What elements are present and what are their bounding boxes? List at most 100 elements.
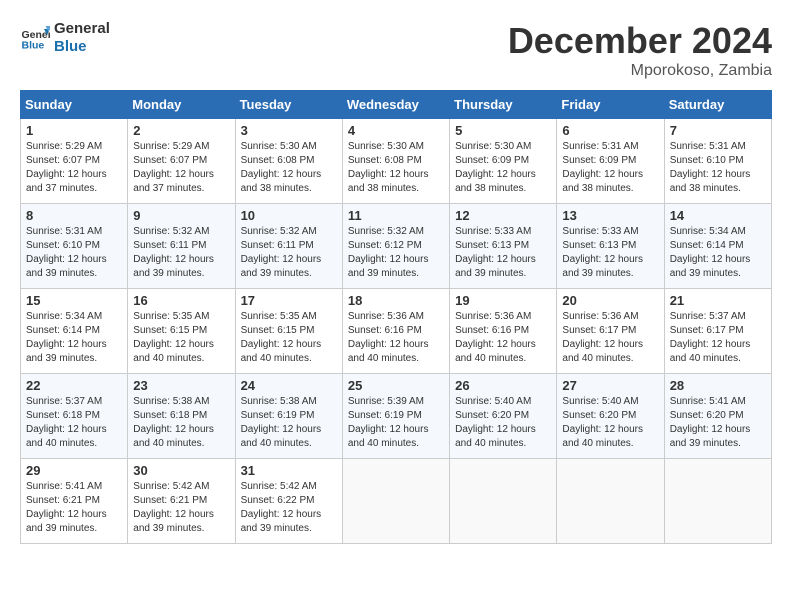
calendar-week-row: 29 Sunrise: 5:41 AMSunset: 6:21 PMDaylig…	[21, 459, 772, 544]
day-info: Sunrise: 5:32 AMSunset: 6:11 PMDaylight:…	[133, 225, 229, 281]
col-header-tuesday: Tuesday	[235, 91, 342, 119]
calendar-cell: 18 Sunrise: 5:36 AMSunset: 6:16 PMDaylig…	[342, 289, 449, 374]
day-number: 1	[26, 123, 122, 138]
day-info: Sunrise: 5:31 AMSunset: 6:09 PMDaylight:…	[562, 140, 658, 196]
calendar-cell: 31 Sunrise: 5:42 AMSunset: 6:22 PMDaylig…	[235, 459, 342, 544]
day-number: 17	[241, 293, 337, 308]
day-info: Sunrise: 5:36 AMSunset: 6:16 PMDaylight:…	[455, 310, 551, 366]
calendar-week-row: 8 Sunrise: 5:31 AMSunset: 6:10 PMDayligh…	[21, 204, 772, 289]
calendar-week-row: 22 Sunrise: 5:37 AMSunset: 6:18 PMDaylig…	[21, 374, 772, 459]
col-header-saturday: Saturday	[664, 91, 771, 119]
day-number: 28	[670, 378, 766, 393]
calendar-cell: 25 Sunrise: 5:39 AMSunset: 6:19 PMDaylig…	[342, 374, 449, 459]
calendar-cell: 30 Sunrise: 5:42 AMSunset: 6:21 PMDaylig…	[128, 459, 235, 544]
day-info: Sunrise: 5:30 AMSunset: 6:08 PMDaylight:…	[348, 140, 444, 196]
day-info: Sunrise: 5:35 AMSunset: 6:15 PMDaylight:…	[133, 310, 229, 366]
day-info: Sunrise: 5:33 AMSunset: 6:13 PMDaylight:…	[562, 225, 658, 281]
calendar-cell: 11 Sunrise: 5:32 AMSunset: 6:12 PMDaylig…	[342, 204, 449, 289]
day-info: Sunrise: 5:34 AMSunset: 6:14 PMDaylight:…	[26, 310, 122, 366]
day-info: Sunrise: 5:31 AMSunset: 6:10 PMDaylight:…	[26, 225, 122, 281]
calendar-cell: 27 Sunrise: 5:40 AMSunset: 6:20 PMDaylig…	[557, 374, 664, 459]
calendar-cell: 5 Sunrise: 5:30 AMSunset: 6:09 PMDayligh…	[450, 119, 557, 204]
calendar-cell: 17 Sunrise: 5:35 AMSunset: 6:15 PMDaylig…	[235, 289, 342, 374]
col-header-sunday: Sunday	[21, 91, 128, 119]
calendar-week-row: 1 Sunrise: 5:29 AMSunset: 6:07 PMDayligh…	[21, 119, 772, 204]
logo-icon: General Blue	[20, 23, 50, 53]
day-number: 29	[26, 463, 122, 478]
day-info: Sunrise: 5:31 AMSunset: 6:10 PMDaylight:…	[670, 140, 766, 196]
svg-text:Blue: Blue	[22, 40, 45, 52]
day-info: Sunrise: 5:37 AMSunset: 6:18 PMDaylight:…	[26, 395, 122, 451]
day-number: 19	[455, 293, 551, 308]
day-info: Sunrise: 5:29 AMSunset: 6:07 PMDaylight:…	[133, 140, 229, 196]
day-info: Sunrise: 5:40 AMSunset: 6:20 PMDaylight:…	[455, 395, 551, 451]
col-header-monday: Monday	[128, 91, 235, 119]
day-info: Sunrise: 5:32 AMSunset: 6:12 PMDaylight:…	[348, 225, 444, 281]
calendar-cell: 26 Sunrise: 5:40 AMSunset: 6:20 PMDaylig…	[450, 374, 557, 459]
calendar-cell	[557, 459, 664, 544]
day-number: 24	[241, 378, 337, 393]
day-number: 30	[133, 463, 229, 478]
day-number: 14	[670, 208, 766, 223]
day-number: 10	[241, 208, 337, 223]
day-info: Sunrise: 5:36 AMSunset: 6:16 PMDaylight:…	[348, 310, 444, 366]
calendar-cell: 22 Sunrise: 5:37 AMSunset: 6:18 PMDaylig…	[21, 374, 128, 459]
calendar-cell: 20 Sunrise: 5:36 AMSunset: 6:17 PMDaylig…	[557, 289, 664, 374]
logo-general: General	[54, 20, 110, 38]
calendar-cell: 21 Sunrise: 5:37 AMSunset: 6:17 PMDaylig…	[664, 289, 771, 374]
location: Mporokoso, Zambia	[508, 62, 772, 80]
day-info: Sunrise: 5:41 AMSunset: 6:20 PMDaylight:…	[670, 395, 766, 451]
day-number: 12	[455, 208, 551, 223]
calendar-cell	[450, 459, 557, 544]
day-number: 9	[133, 208, 229, 223]
page-header: General Blue General Blue December 2024 …	[20, 20, 772, 80]
day-info: Sunrise: 5:37 AMSunset: 6:17 PMDaylight:…	[670, 310, 766, 366]
day-number: 21	[670, 293, 766, 308]
day-info: Sunrise: 5:36 AMSunset: 6:17 PMDaylight:…	[562, 310, 658, 366]
calendar-cell: 28 Sunrise: 5:41 AMSunset: 6:20 PMDaylig…	[664, 374, 771, 459]
calendar-week-row: 15 Sunrise: 5:34 AMSunset: 6:14 PMDaylig…	[21, 289, 772, 374]
day-info: Sunrise: 5:32 AMSunset: 6:11 PMDaylight:…	[241, 225, 337, 281]
day-info: Sunrise: 5:33 AMSunset: 6:13 PMDaylight:…	[455, 225, 551, 281]
calendar-cell: 15 Sunrise: 5:34 AMSunset: 6:14 PMDaylig…	[21, 289, 128, 374]
calendar-cell: 24 Sunrise: 5:38 AMSunset: 6:19 PMDaylig…	[235, 374, 342, 459]
day-number: 26	[455, 378, 551, 393]
day-number: 11	[348, 208, 444, 223]
day-number: 13	[562, 208, 658, 223]
day-number: 3	[241, 123, 337, 138]
day-number: 31	[241, 463, 337, 478]
day-info: Sunrise: 5:42 AMSunset: 6:21 PMDaylight:…	[133, 480, 229, 536]
calendar-cell: 4 Sunrise: 5:30 AMSunset: 6:08 PMDayligh…	[342, 119, 449, 204]
day-info: Sunrise: 5:29 AMSunset: 6:07 PMDaylight:…	[26, 140, 122, 196]
day-info: Sunrise: 5:38 AMSunset: 6:19 PMDaylight:…	[241, 395, 337, 451]
day-info: Sunrise: 5:30 AMSunset: 6:09 PMDaylight:…	[455, 140, 551, 196]
logo: General Blue General Blue	[20, 20, 110, 56]
calendar-cell: 9 Sunrise: 5:32 AMSunset: 6:11 PMDayligh…	[128, 204, 235, 289]
day-info: Sunrise: 5:30 AMSunset: 6:08 PMDaylight:…	[241, 140, 337, 196]
calendar-cell: 6 Sunrise: 5:31 AMSunset: 6:09 PMDayligh…	[557, 119, 664, 204]
day-number: 20	[562, 293, 658, 308]
calendar-cell: 10 Sunrise: 5:32 AMSunset: 6:11 PMDaylig…	[235, 204, 342, 289]
calendar-cell: 23 Sunrise: 5:38 AMSunset: 6:18 PMDaylig…	[128, 374, 235, 459]
title-area: December 2024 Mporokoso, Zambia	[508, 20, 772, 80]
calendar-cell: 19 Sunrise: 5:36 AMSunset: 6:16 PMDaylig…	[450, 289, 557, 374]
day-number: 16	[133, 293, 229, 308]
calendar-cell: 1 Sunrise: 5:29 AMSunset: 6:07 PMDayligh…	[21, 119, 128, 204]
day-info: Sunrise: 5:35 AMSunset: 6:15 PMDaylight:…	[241, 310, 337, 366]
day-number: 15	[26, 293, 122, 308]
day-info: Sunrise: 5:41 AMSunset: 6:21 PMDaylight:…	[26, 480, 122, 536]
calendar-cell: 29 Sunrise: 5:41 AMSunset: 6:21 PMDaylig…	[21, 459, 128, 544]
month-title: December 2024	[508, 20, 772, 62]
day-number: 25	[348, 378, 444, 393]
day-number: 6	[562, 123, 658, 138]
day-number: 8	[26, 208, 122, 223]
day-info: Sunrise: 5:39 AMSunset: 6:19 PMDaylight:…	[348, 395, 444, 451]
day-number: 23	[133, 378, 229, 393]
col-header-wednesday: Wednesday	[342, 91, 449, 119]
day-number: 7	[670, 123, 766, 138]
day-info: Sunrise: 5:40 AMSunset: 6:20 PMDaylight:…	[562, 395, 658, 451]
calendar-cell: 3 Sunrise: 5:30 AMSunset: 6:08 PMDayligh…	[235, 119, 342, 204]
day-info: Sunrise: 5:38 AMSunset: 6:18 PMDaylight:…	[133, 395, 229, 451]
col-header-friday: Friday	[557, 91, 664, 119]
calendar-cell	[664, 459, 771, 544]
